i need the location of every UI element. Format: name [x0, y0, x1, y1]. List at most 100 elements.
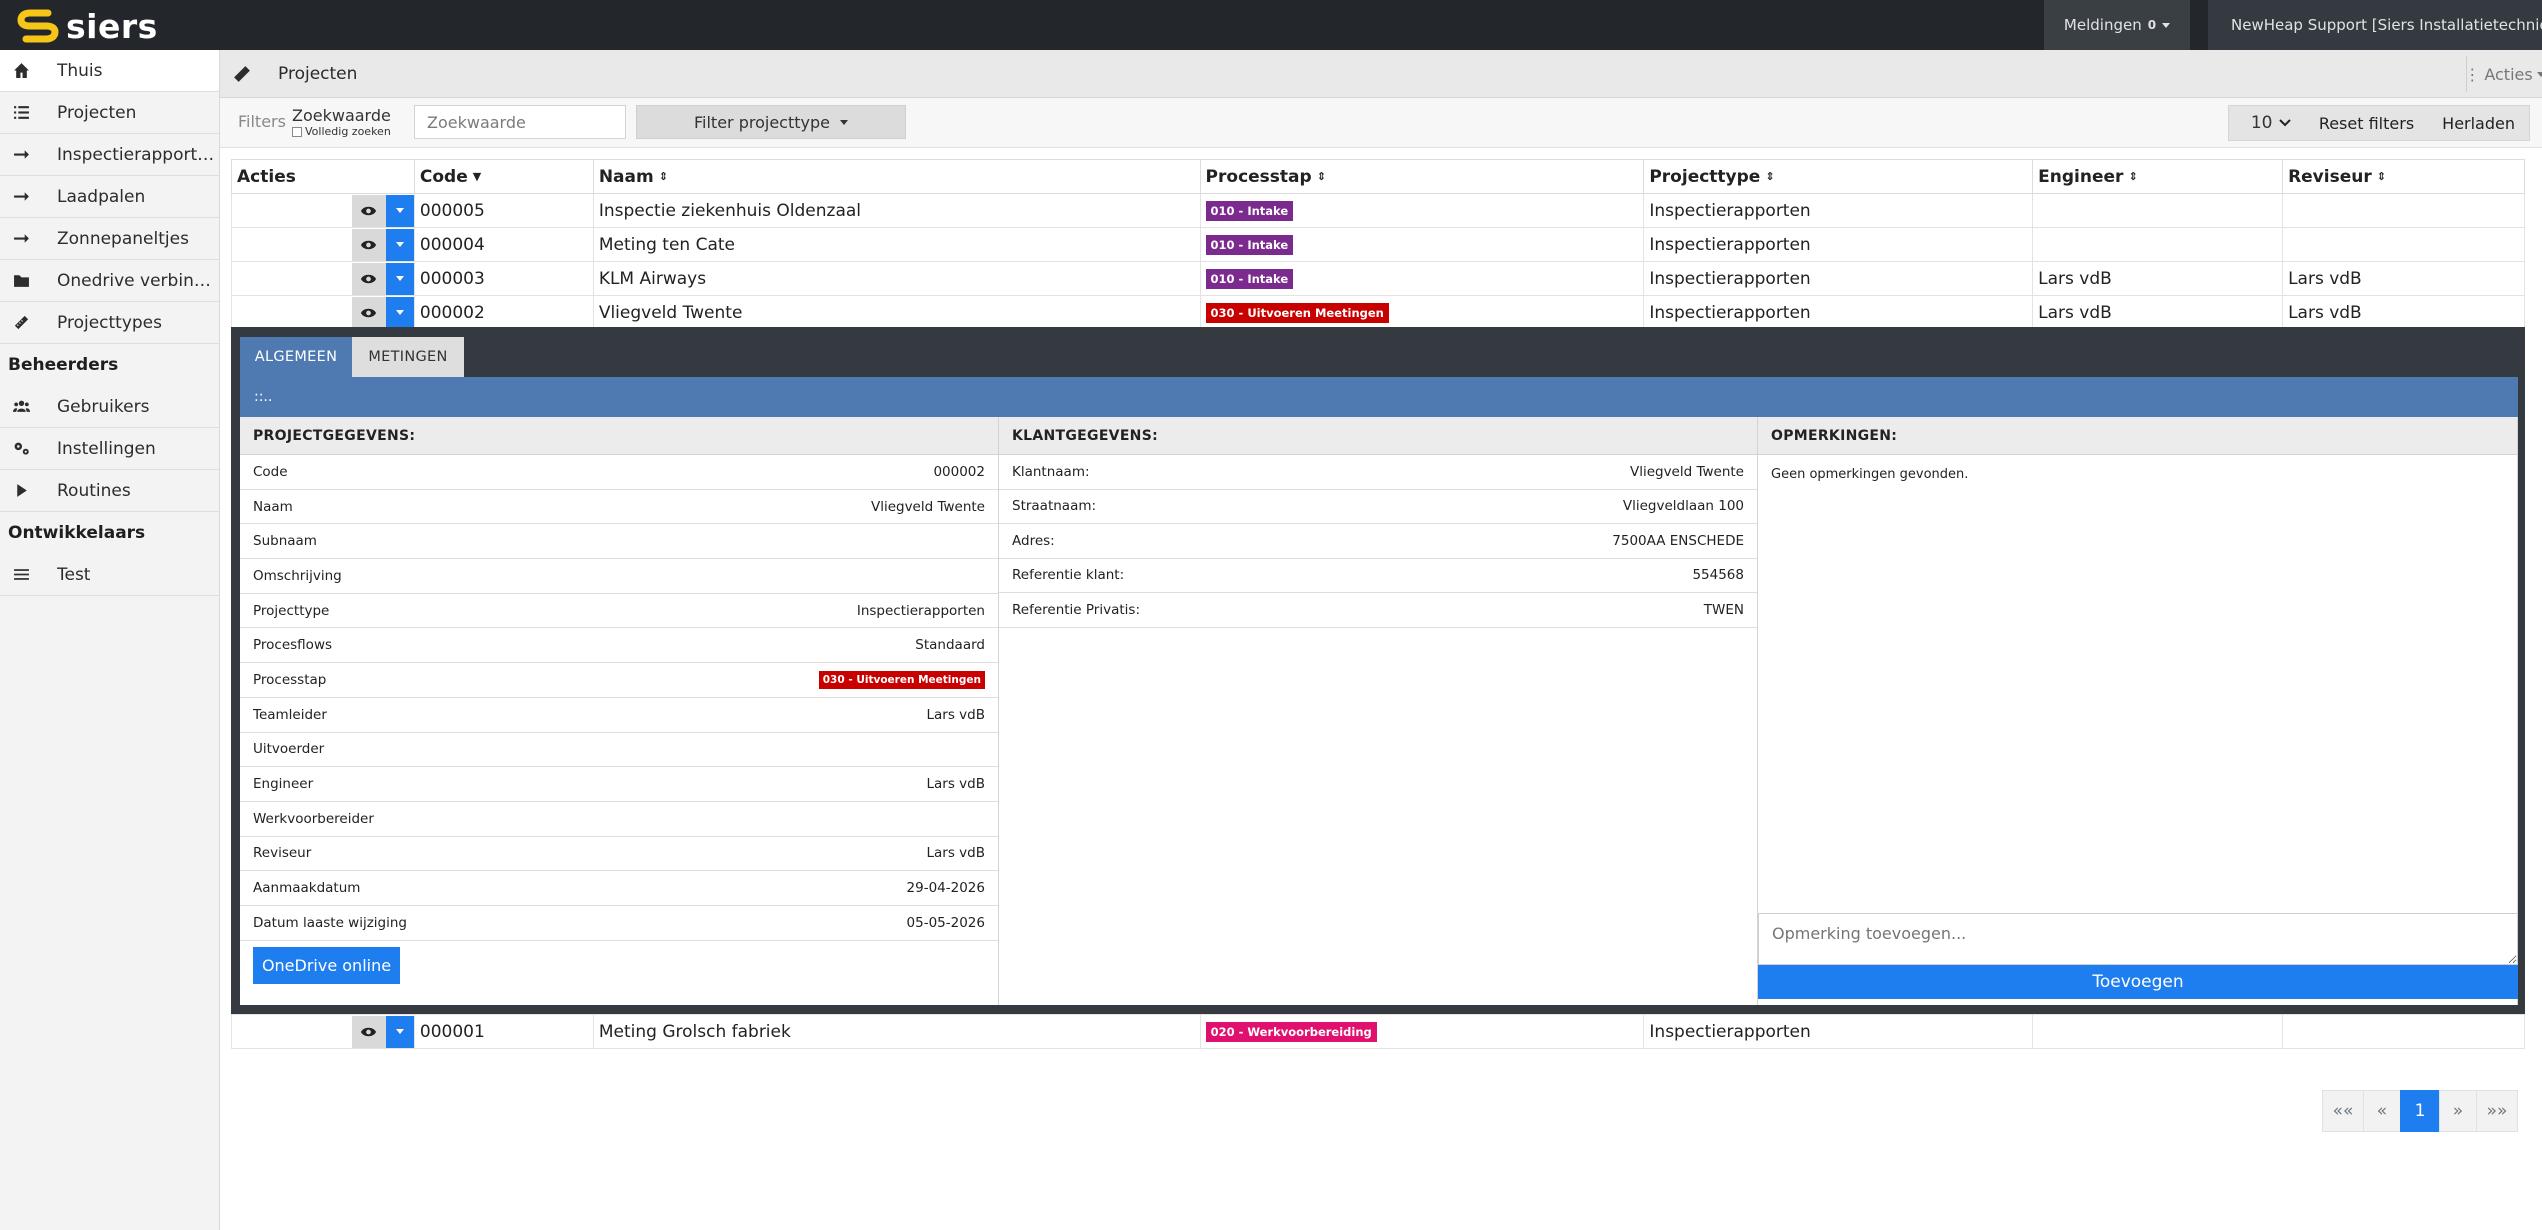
col-header-engineer[interactable]: Engineer ⇕ — [2032, 159, 2284, 194]
pagination-next[interactable]: » — [2439, 1090, 2477, 1132]
tab-algemeen[interactable]: ALGEMEEN — [240, 337, 352, 377]
status-badge: 020 - Werkvoorbereiding — [1205, 1022, 1377, 1042]
status-badge: 030 - Uitvoeren Meetingen — [818, 670, 985, 689]
field-row-projecttype: Projecttype Inspectierapporten — [240, 594, 998, 629]
sidebar-item-projecten[interactable]: Projecten — [0, 92, 219, 134]
project-detail-panel: ALGEMEEN METINGEN ::.. PROJECTGEGEVENS: … — [231, 327, 2525, 1015]
client-row-klantnaam: Klantnaam: Vliegveld Twente — [999, 455, 1757, 490]
status-badge: 010 - Intake — [1205, 269, 1294, 289]
search-input[interactable] — [414, 105, 626, 139]
arrow-right-icon — [0, 146, 42, 163]
col-header-label: Processtap — [1205, 166, 1312, 187]
filters-label: Filters — [238, 112, 286, 131]
row-menu-button[interactable] — [385, 228, 414, 261]
view-button[interactable] — [351, 228, 386, 261]
sidebar-item-thuis[interactable]: Thuis — [0, 50, 219, 92]
sidebar-item-projecttypes[interactable]: Projecttypes — [0, 302, 219, 344]
sidebar-item-laadpalen[interactable]: Laadpalen — [0, 176, 219, 218]
row-menu-button[interactable] — [385, 1015, 414, 1048]
checkbox-box[interactable] — [292, 126, 302, 137]
col-header-label: Engineer — [2038, 166, 2124, 187]
user-menu-dropdown[interactable]: NewHeap Support [Siers Installatietechni… — [2208, 0, 2542, 50]
field-row-engineer: Engineer Lars vdB — [240, 767, 998, 802]
brand-logo[interactable]: siers — [14, 6, 158, 46]
col-header-projecttype[interactable]: Projecttype ⇕ — [1643, 159, 2034, 194]
per-page-select[interactable]: 10 — [2229, 106, 2305, 140]
full-search-checkbox[interactable]: Volledig zoeken — [292, 125, 391, 138]
field-value: Lars vdB — [926, 845, 986, 862]
field-label: Adres: — [1012, 532, 1055, 549]
add-remark-button[interactable]: Toevoegen — [1758, 965, 2518, 999]
chevron-down-icon — [395, 242, 404, 247]
sidebar-item-inspectierapporten[interactable]: Inspectierapporten — [0, 134, 219, 176]
client-row-referentie-privatis: Referentie Privatis: TWEN — [999, 593, 1757, 628]
table-row[interactable]: 000005 Inspectie ziekenhuis Oldenzaal 01… — [231, 193, 2525, 228]
col-header-naam[interactable]: Naam ⇕ — [592, 159, 1201, 194]
cell-engineer — [2032, 1014, 2284, 1049]
cell-code: 000005 — [413, 193, 594, 228]
menu-icon — [0, 566, 42, 583]
pagination-page-current[interactable]: 1 — [2400, 1090, 2440, 1132]
reset-filters-button[interactable]: Reset filters — [2305, 106, 2428, 140]
remark-input[interactable] — [1758, 913, 2518, 965]
project-type-filter-button[interactable]: Filter projecttype — [636, 105, 906, 139]
col-header-reviseur[interactable]: Reviseur ⇕ — [2282, 159, 2525, 194]
view-button[interactable] — [351, 1015, 386, 1048]
row-menu-button[interactable] — [385, 194, 414, 227]
sort-icon: ⇕ — [1765, 170, 1775, 183]
pagination-prev[interactable]: « — [2363, 1090, 2401, 1132]
field-row-naam: Naam Vliegveld Twente — [240, 490, 998, 525]
pagination-first[interactable]: «« — [2322, 1090, 2364, 1132]
search-label: Zoekwaarde — [292, 106, 391, 125]
row-menu-button[interactable] — [385, 262, 414, 295]
sidebar-heading-beheerders: Beheerders — [8, 355, 119, 375]
cell-projecttype: Inspectierapporten — [1643, 227, 2034, 262]
projects-table: Acties Code ▼ Naam ⇕ Processtap ⇕ Projectty… — [231, 159, 2525, 330]
field-label: Straatnaam: — [1012, 498, 1097, 515]
field-value: Vliegveldlaan 100 — [1622, 498, 1744, 515]
ruler-icon — [220, 65, 264, 83]
row-menu-button[interactable] — [385, 296, 414, 329]
col-header-processtap[interactable]: Processtap ⇕ — [1199, 159, 1645, 194]
chevron-down-icon — [839, 119, 848, 125]
table-row-selected[interactable]: 000002 Vliegveld Twente 030 - Uitvoeren … — [231, 295, 2525, 330]
sidebar-item-onedrive[interactable]: Onedrive verbindingen — [0, 260, 219, 302]
sidebar-item-instellingen[interactable]: Instellingen — [0, 428, 219, 470]
play-icon — [0, 482, 42, 499]
client-details-heading: KLANTGEGEVENS: — [999, 417, 1757, 455]
sidebar-item-label: Test — [57, 564, 91, 585]
cell-reviseur — [2282, 1014, 2525, 1049]
page-actions-dropdown[interactable]: ⋮ Acties — [2464, 56, 2542, 92]
onedrive-online-button[interactable]: OneDrive online — [253, 946, 400, 984]
sidebar-item-gebruikers[interactable]: Gebruikers — [0, 386, 219, 428]
table-row[interactable]: 000001 Meting Grolsch fabriek 020 - Werk… — [231, 1014, 2525, 1049]
sidebar-item-test[interactable]: Test — [0, 554, 219, 596]
status-badge: 030 - Uitvoeren Meetingen — [1205, 303, 1389, 323]
view-button[interactable] — [351, 194, 386, 227]
sidebar-item-routines[interactable]: Routines — [0, 470, 219, 512]
sidebar-heading-ontwikkelaars: Ontwikkelaars — [8, 523, 146, 543]
row-actions — [231, 193, 415, 228]
pagination-last[interactable]: »» — [2476, 1090, 2518, 1132]
view-button[interactable] — [351, 296, 386, 329]
gears-icon — [0, 440, 42, 457]
cell-reviseur: Lars vdB — [2282, 295, 2525, 330]
tab-metingen[interactable]: METINGEN — [352, 337, 464, 377]
cell-processtap: 010 - Intake — [1199, 227, 1645, 262]
view-button[interactable] — [351, 262, 386, 295]
field-row-subnaam: Subnaam — [240, 524, 998, 560]
field-value: 29-04-2026 — [906, 880, 985, 897]
sidebar-item-zonnepaneltjes[interactable]: Zonnepaneltjes — [0, 218, 219, 260]
cell-code: 000002 — [413, 295, 594, 330]
field-label: Naam — [253, 498, 293, 515]
field-label: Datum laaste wijziging — [253, 914, 408, 931]
table-row[interactable]: 000004 Meting ten Cate 010 - Intake Insp… — [231, 227, 2525, 262]
field-value: Vliegveld Twente — [1629, 463, 1744, 480]
reload-button[interactable]: Herladen — [2428, 106, 2529, 140]
client-row-straatnaam: Straatnaam: Vliegveldlaan 100 — [999, 490, 1757, 524]
table-row[interactable]: 000003 KLM Airways 010 - Intake Inspecti… — [231, 261, 2525, 296]
client-details-column: KLANTGEGEVENS: Klantnaam: Vliegveld Twent… — [999, 417, 1758, 1005]
notifications-dropdown[interactable]: Meldingen 0 — [2044, 0, 2190, 50]
sidebar-item-label: Inspectierapporten — [57, 144, 217, 165]
col-header-code[interactable]: Code ▼ — [413, 159, 594, 194]
